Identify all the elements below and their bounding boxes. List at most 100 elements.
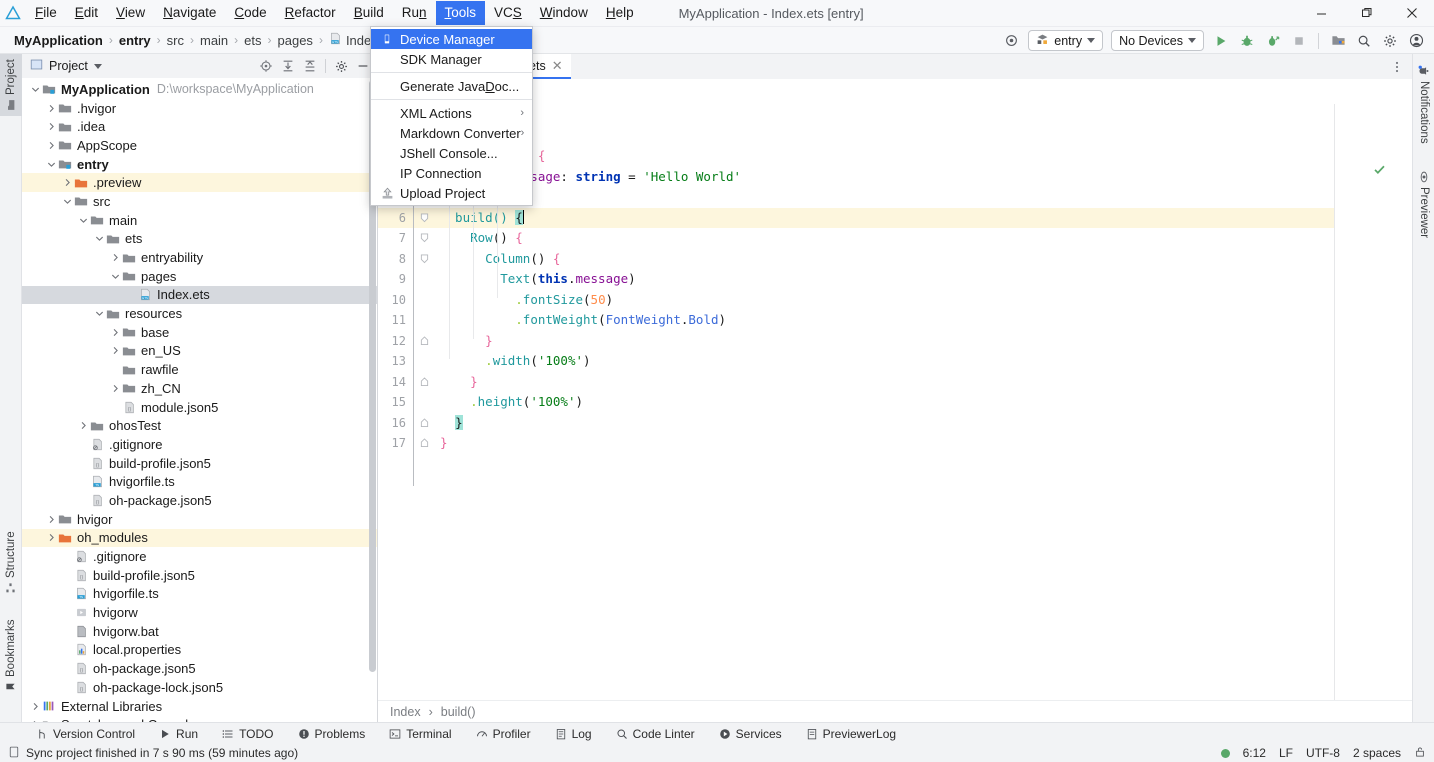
tree-node-entry[interactable]: entry — [22, 155, 377, 174]
chevron-right-icon[interactable] — [46, 532, 57, 543]
chevron-right-icon[interactable] — [30, 701, 41, 712]
code-line[interactable]: 9 Text(this.message) — [378, 269, 1412, 290]
menu-tools[interactable]: Tools — [436, 1, 486, 25]
gear-icon[interactable] — [331, 56, 351, 76]
tree-node-hvigorfile-ts[interactable]: TShvigorfile.ts — [22, 472, 377, 491]
code-line[interactable]: 10 .fontSize(50) — [378, 290, 1412, 311]
collapse-all-icon[interactable] — [300, 56, 320, 76]
sidebar-item-previewer[interactable]: Previewer — [1413, 162, 1434, 248]
tree-node-external-libraries[interactable]: External Libraries — [22, 697, 377, 716]
tree-node-hvigorw-bat[interactable]: hvigorw.bat — [22, 622, 377, 641]
menu-window[interactable]: Window — [531, 1, 597, 25]
tree-node-main[interactable]: main — [22, 211, 377, 230]
tree-node-hvigorfile-ts[interactable]: TShvigorfile.ts — [22, 585, 377, 604]
tool-window-services[interactable]: Services — [707, 723, 794, 745]
breadcrumb-item-main[interactable]: main — [196, 33, 232, 48]
account-icon[interactable] — [1404, 30, 1428, 52]
chevron-right-icon[interactable] — [110, 383, 121, 394]
tree-node-hvigorw[interactable]: hvigorw — [22, 603, 377, 622]
tool-window-version-control[interactable]: Version Control — [24, 723, 147, 745]
code-line[interactable]: 7 Row() { — [378, 228, 1412, 249]
tree-node-index-ets[interactable]: ETSIndex.ets — [22, 286, 377, 305]
menu-item-device-manager[interactable]: Device Manager — [371, 29, 532, 49]
chevron-right-icon[interactable] — [46, 514, 57, 525]
code-line[interactable]: 17} — [378, 433, 1412, 454]
chevron-right-icon[interactable] — [46, 121, 57, 132]
sidebar-item-bookmarks[interactable]: Bookmarks — [0, 614, 22, 698]
menu-file[interactable]: File — [26, 1, 66, 25]
project-tree[interactable]: MyApplicationD:\workspace\MyApplication.… — [22, 78, 377, 722]
tree-node-base[interactable]: base — [22, 323, 377, 342]
caret-position[interactable]: 6:12 — [1243, 746, 1266, 760]
tool-window-code-linter[interactable]: Code Linter — [604, 723, 707, 745]
tool-window-log[interactable]: Log — [543, 723, 604, 745]
breadcrumb-item-ets[interactable]: ets — [240, 33, 265, 48]
close-icon[interactable]: ✕ — [552, 58, 563, 74]
locate-icon[interactable] — [256, 56, 276, 76]
tree-node--hvigor[interactable]: .hvigor — [22, 99, 377, 118]
menu-vcs[interactable]: VCS — [485, 1, 531, 25]
menu-build[interactable]: Build — [345, 1, 393, 25]
tree-node-oh-package-lock-json5[interactable]: {}oh-package-lock.json5 — [22, 678, 377, 697]
tree-node-oh-package-json5[interactable]: {}oh-package.json5 — [22, 491, 377, 510]
code-line[interactable]: 1@Entry — [378, 105, 1412, 126]
code-line[interactable]: 4 @State message: string = 'Hello World' — [378, 167, 1412, 188]
menu-edit[interactable]: Edit — [66, 1, 107, 25]
chevron-down-icon[interactable] — [94, 308, 105, 319]
chevron-down-icon[interactable] — [94, 64, 102, 69]
fold-close-icon[interactable] — [414, 418, 434, 428]
tool-window-run[interactable]: Run — [147, 723, 210, 745]
tool-window-problems[interactable]: Problems — [286, 723, 378, 745]
sidebar-item-project[interactable]: Project — [0, 54, 22, 116]
tree-node-src[interactable]: src — [22, 192, 377, 211]
chevron-down-icon[interactable] — [94, 233, 105, 244]
tree-node-rawfile[interactable]: rawfile — [22, 360, 377, 379]
tree-node-build-profile-json5[interactable]: {}build-profile.json5 — [22, 454, 377, 473]
tool-window-terminal[interactable]: Terminal — [377, 723, 463, 745]
run-configuration-selector[interactable]: entry — [1028, 30, 1103, 51]
code-line[interactable]: 8 Column() { — [378, 249, 1412, 270]
chevron-right-icon[interactable] — [110, 252, 121, 263]
tree-node-ohostest[interactable]: ohosTest — [22, 416, 377, 435]
sidebar-item-structure[interactable]: Structure — [0, 526, 22, 598]
menu-item-jshell-console[interactable]: JShell Console... — [371, 143, 532, 163]
menu-view[interactable]: View — [107, 1, 154, 25]
code-line[interactable]: 15 .height('100%') — [378, 392, 1412, 413]
editor-right-gutter[interactable] — [1334, 104, 1412, 700]
tree-node-pages[interactable]: pages — [22, 267, 377, 286]
fold-open-icon[interactable] — [414, 254, 434, 264]
chevron-right-icon[interactable] — [78, 420, 89, 431]
tree-node-local-properties[interactable]: local.properties — [22, 641, 377, 660]
tree-node-myapplication[interactable]: MyApplicationD:\workspace\MyApplication — [22, 80, 377, 99]
code-editor[interactable]: 1@Entry2@Component3struct Index {4 @Stat… — [378, 79, 1412, 700]
minimize-button[interactable] — [1299, 0, 1344, 27]
menu-item-generate-javadoc[interactable]: Generate JavaDoc... — [371, 76, 532, 96]
tree-node-ets[interactable]: ets — [22, 230, 377, 249]
chevron-right-icon[interactable] — [62, 177, 73, 188]
menu-help[interactable]: Help — [597, 1, 643, 25]
chevron-down-icon[interactable] — [110, 271, 121, 282]
chevron-right-icon[interactable] — [110, 345, 121, 356]
encoding[interactable]: UTF-8 — [1306, 746, 1340, 760]
write-access-icon[interactable] — [1414, 746, 1426, 761]
fold-close-icon[interactable] — [414, 438, 434, 448]
code-line[interactable]: 5 — [378, 187, 1412, 208]
menu-navigate[interactable]: Navigate — [154, 1, 225, 25]
more-options-icon[interactable] — [1388, 58, 1406, 76]
code-line[interactable]: 3struct Index { — [378, 146, 1412, 167]
tree-node-oh-modules[interactable]: oh_modules — [22, 529, 377, 548]
editor-breadcrumb-item[interactable]: build() — [441, 705, 476, 719]
chevron-down-icon[interactable] — [62, 196, 73, 207]
menu-item-ip-connection[interactable]: IP Connection — [371, 163, 532, 183]
tree-node-module-json5[interactable]: {}module.json5 — [22, 398, 377, 417]
menu-item-xml-actions[interactable]: XML Actions› — [371, 103, 532, 123]
fold-open-icon[interactable] — [414, 213, 434, 223]
breadcrumb-item-src[interactable]: src — [163, 33, 188, 48]
fold-close-icon[interactable] — [414, 336, 434, 346]
menu-item-upload-project[interactable]: Upload Project — [371, 183, 532, 203]
tool-window-previewerlog[interactable]: PreviewerLog — [794, 723, 908, 745]
fold-close-icon[interactable] — [414, 377, 434, 387]
gear-icon[interactable] — [1378, 30, 1402, 52]
chevron-right-icon[interactable] — [46, 103, 57, 114]
menu-item-markdown-converter[interactable]: Markdown Converter› — [371, 123, 532, 143]
